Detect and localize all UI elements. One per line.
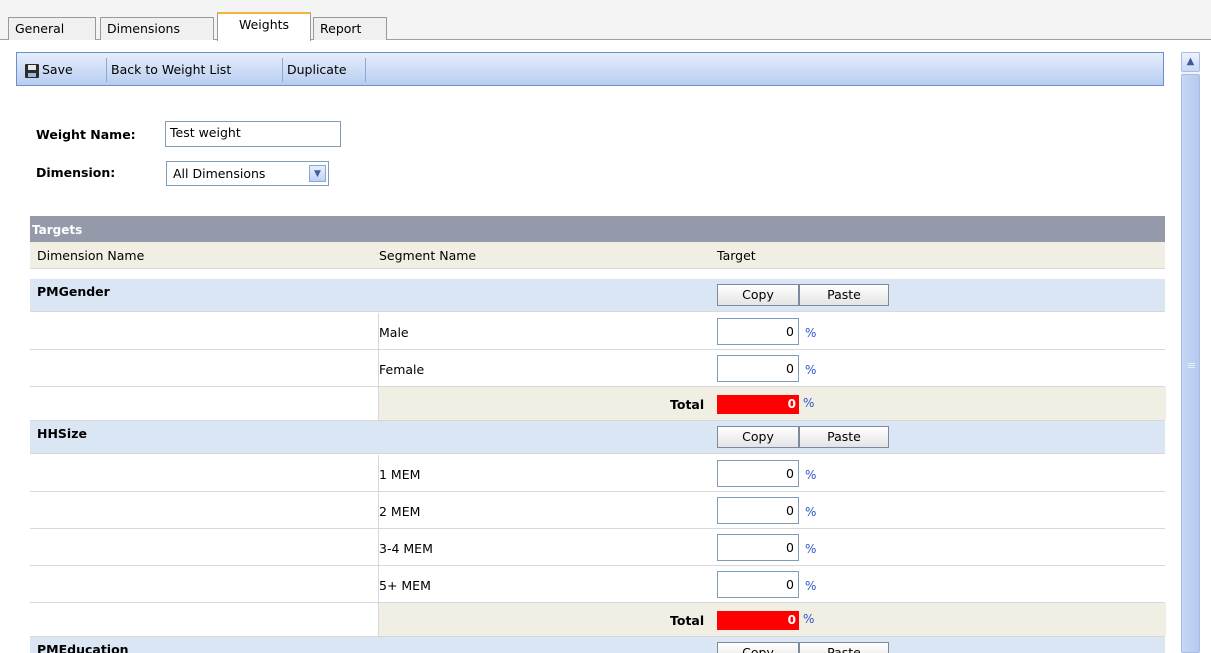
save-button[interactable]: Save [21,58,107,82]
total-value: 0 [717,611,799,630]
percent-unit: % [803,396,815,410]
segment-name: Female [379,362,425,377]
dimension-name: PMEducation [37,642,129,653]
chevron-down-icon[interactable]: ▼ [309,165,326,182]
back-to-weight-list-button[interactable]: Back to Weight List [107,58,283,82]
tab-weights[interactable]: Weights [217,12,311,41]
dimension-label: Dimension: [36,165,116,180]
copy-button[interactable]: Copy [717,642,799,653]
dimension-name: PMGender [37,284,110,299]
target-input[interactable]: 0 [717,571,799,598]
column-segment-name: Segment Name [379,248,477,263]
total-row: Total 0 % [30,603,1166,637]
floppy-disk-icon [25,63,39,78]
segment-name: 5+ MEM [379,578,431,593]
tab-bar: General Dimensions Weights Report [0,0,1211,41]
segment-row: Male 0 % [30,313,1165,350]
total-value: 0 [717,395,799,414]
segment-name: Male [379,325,409,340]
copy-button[interactable]: Copy [717,284,799,306]
tab-report[interactable]: Report [313,17,387,40]
paste-button[interactable]: Paste [799,642,889,653]
thumb-grip [1188,367,1195,368]
vertical-scrollbar[interactable]: ▲ [1181,52,1200,653]
target-input[interactable]: 0 [717,355,799,382]
save-label: Save [42,62,73,77]
thumb-grip [1188,363,1195,364]
target-input[interactable]: 0 [717,497,799,524]
targets-column-header: Dimension Name Segment Name Target [30,242,1165,269]
percent-unit: % [805,505,817,519]
percent-unit: % [805,468,817,482]
percent-unit: % [805,579,817,593]
weight-name-input[interactable]: Test weight [165,121,341,147]
column-target: Target [717,248,756,263]
percent-unit: % [805,326,817,340]
column-dimension-name: Dimension Name [37,248,145,263]
copy-button[interactable]: Copy [717,426,799,448]
total-label: Total [670,613,705,628]
segment-name: 1 MEM [379,467,421,482]
tab-general[interactable]: General [8,17,96,40]
weight-editor: Save Back to Weight List Duplicate Weigh… [16,52,1166,653]
total-row: Total 0 % [30,387,1166,421]
percent-unit: % [803,612,815,626]
thumb-grip [1188,365,1195,366]
segment-row: 5+ MEM 0 % [30,566,1165,603]
weight-name-label: Weight Name: [36,127,136,142]
dimension-name: HHSize [37,426,87,441]
targets-panel-header: Targets [30,216,1165,242]
segment-row: 1 MEM 0 % [30,455,1165,492]
paste-button[interactable]: Paste [799,426,889,448]
dimension-select-value: All Dimensions [173,166,266,181]
segment-name: 2 MEM [379,504,421,519]
segment-row: 3-4 MEM 0 % [30,529,1165,566]
target-input[interactable]: 0 [717,534,799,561]
toolbar: Save Back to Weight List Duplicate [16,52,1164,86]
segment-name: 3-4 MEM [379,541,433,556]
target-input[interactable]: 0 [717,318,799,345]
duplicate-button[interactable]: Duplicate [283,58,366,82]
percent-unit: % [805,542,817,556]
total-label: Total [670,397,705,412]
segment-row: Female 0 % [30,350,1165,387]
tab-dimensions[interactable]: Dimensions [100,17,214,40]
dimension-row: HHSize Copy Paste [30,421,1165,454]
dimension-row: PMGender Copy Paste [30,279,1165,312]
percent-unit: % [805,363,817,377]
paste-button[interactable]: Paste [799,284,889,306]
dimension-select[interactable]: All Dimensions ▼ [166,161,329,186]
segment-row: 2 MEM 0 % [30,492,1165,529]
dimension-row: PMEducation Copy Paste [30,637,1165,653]
arrow-up-icon[interactable]: ▲ [1181,52,1200,72]
scrollbar-thumb[interactable] [1181,74,1200,653]
target-input[interactable]: 0 [717,460,799,487]
